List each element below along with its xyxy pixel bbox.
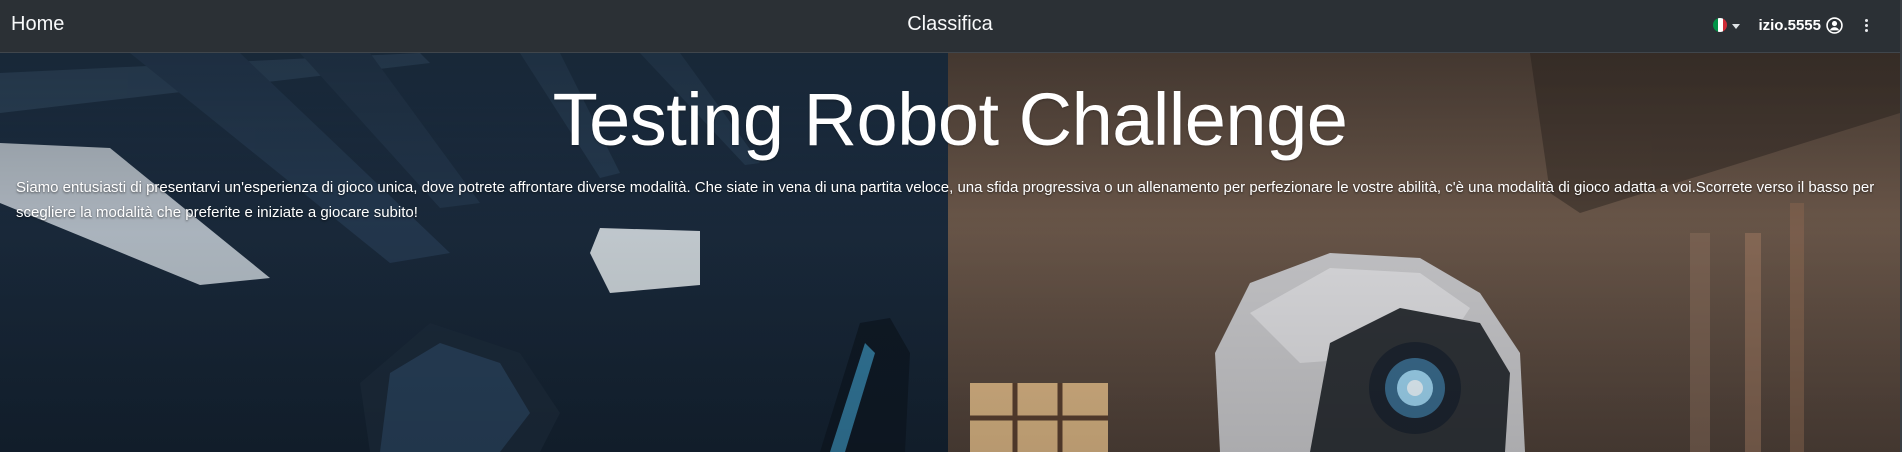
italy-flag-icon xyxy=(1713,18,1728,32)
nav-classifica-link[interactable]: Classifica xyxy=(907,13,993,35)
page: Home Classifica izio.5555 Testing Robot … xyxy=(0,0,1902,452)
user-menu[interactable]: izio.5555 xyxy=(1758,17,1843,34)
nav-center: Classifica xyxy=(0,13,1900,36)
username-label: izio.5555 xyxy=(1758,16,1821,34)
caret-down-icon xyxy=(1732,23,1741,29)
nav-right-group: izio.5555 xyxy=(1713,12,1872,38)
user-circle-icon xyxy=(1826,16,1843,34)
language-dropdown[interactable] xyxy=(1713,18,1741,32)
top-navbar: Home Classifica izio.5555 xyxy=(0,0,1900,53)
hero-description: Siamo entusiasti di presentarvi un'esper… xyxy=(16,179,1875,221)
hero-section: Testing Robot Challenge Siamo entusiasti… xyxy=(0,53,1900,452)
nav-home-link[interactable]: Home xyxy=(11,13,64,36)
hero-title: Testing Robot Challenge xyxy=(552,78,1348,161)
kebab-menu-icon[interactable] xyxy=(1861,17,1872,34)
